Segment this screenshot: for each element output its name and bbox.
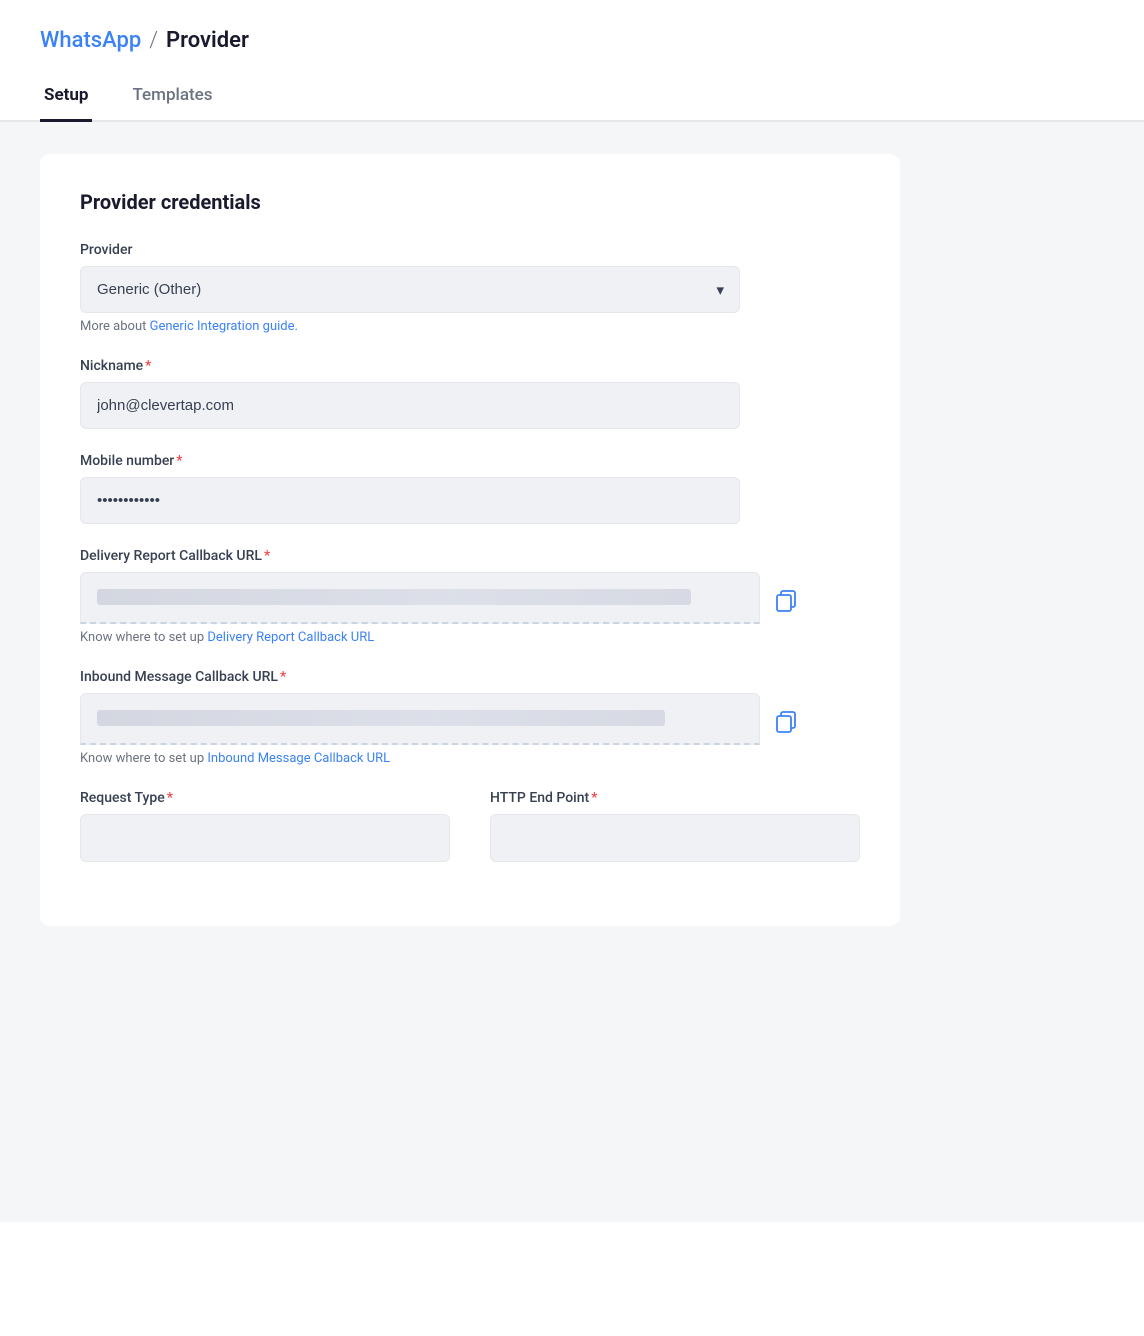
delivery-url-field-group: Delivery Report Callback URL * bbox=[80, 548, 860, 645]
http-endpoint-input[interactable] bbox=[490, 814, 860, 862]
inbound-url-guide-link[interactable]: Inbound Message Callback URL bbox=[207, 751, 390, 766]
tab-setup[interactable]: Setup bbox=[40, 85, 92, 122]
delivery-url-guide-link[interactable]: Delivery Report Callback URL bbox=[207, 630, 374, 645]
breadcrumb-whatsapp-link[interactable]: WhatsApp bbox=[40, 28, 141, 53]
delivery-url-label: Delivery Report Callback URL* bbox=[80, 548, 860, 564]
nickname-field-group: Nickname* bbox=[80, 358, 860, 429]
page-wrapper: WhatsApp / Provider Setup Templates Prov… bbox=[0, 0, 1144, 1336]
mobile-number-input[interactable] bbox=[80, 477, 740, 524]
provider-label: Provider bbox=[80, 242, 860, 258]
breadcrumb: WhatsApp / Provider bbox=[40, 28, 1104, 53]
content-area: Provider credentials Provider Generic (O… bbox=[0, 122, 1144, 1222]
provider-select-wrapper: Generic (Other) ▾ bbox=[80, 266, 740, 313]
delivery-url-input-container bbox=[80, 572, 760, 624]
provider-field-group: Provider Generic (Other) ▾ More about Ge… bbox=[80, 242, 860, 334]
card-title: Provider credentials bbox=[80, 190, 860, 214]
inbound-url-input-container bbox=[80, 693, 760, 745]
nickname-label: Nickname* bbox=[80, 358, 860, 374]
delivery-url-helper: Know where to set up Delivery Report Cal… bbox=[80, 630, 860, 645]
nickname-required-star: * bbox=[145, 358, 151, 374]
provider-helper-text: More about Generic Integration guide. bbox=[80, 319, 860, 334]
inbound-url-required-star: * bbox=[280, 669, 286, 685]
http-endpoint-required-star: * bbox=[591, 790, 597, 806]
mobile-required-star: * bbox=[176, 453, 182, 469]
generic-integration-guide-link[interactable]: Generic Integration guide. bbox=[150, 319, 298, 334]
inbound-url-wrapper bbox=[80, 693, 800, 745]
provider-select[interactable]: Generic (Other) bbox=[80, 266, 740, 313]
mobile-number-label: Mobile number* bbox=[80, 453, 860, 469]
inbound-url-copy-icon[interactable] bbox=[772, 707, 800, 739]
inbound-url-field-group: Inbound Message Callback URL * bbox=[80, 669, 860, 766]
request-type-input[interactable] bbox=[80, 814, 450, 862]
inbound-url-label: Inbound Message Callback URL* bbox=[80, 669, 860, 685]
delivery-url-blurred bbox=[80, 572, 760, 624]
breadcrumb-provider: Provider bbox=[166, 28, 249, 53]
delivery-url-wrapper bbox=[80, 572, 800, 624]
two-col-row: Request Type* HTTP End Point* bbox=[80, 790, 860, 886]
delivery-url-required-star: * bbox=[264, 548, 270, 564]
request-type-required-star: * bbox=[167, 790, 173, 806]
header: WhatsApp / Provider bbox=[0, 0, 1144, 53]
delivery-url-copy-icon[interactable] bbox=[772, 586, 800, 618]
inbound-url-helper: Know where to set up Inbound Message Cal… bbox=[80, 751, 860, 766]
tab-templates[interactable]: Templates bbox=[128, 85, 216, 122]
request-type-label: Request Type* bbox=[80, 790, 450, 806]
inbound-url-blurred bbox=[80, 693, 760, 745]
tabs-container: Setup Templates bbox=[0, 53, 1144, 122]
provider-credentials-card: Provider credentials Provider Generic (O… bbox=[40, 154, 900, 926]
nickname-input[interactable] bbox=[80, 382, 740, 429]
mobile-number-field-group: Mobile number* bbox=[80, 453, 860, 524]
http-endpoint-label: HTTP End Point* bbox=[490, 790, 860, 806]
request-type-field-group: Request Type* bbox=[80, 790, 450, 862]
breadcrumb-separator: / bbox=[149, 28, 158, 53]
http-endpoint-field-group: HTTP End Point* bbox=[490, 790, 860, 862]
